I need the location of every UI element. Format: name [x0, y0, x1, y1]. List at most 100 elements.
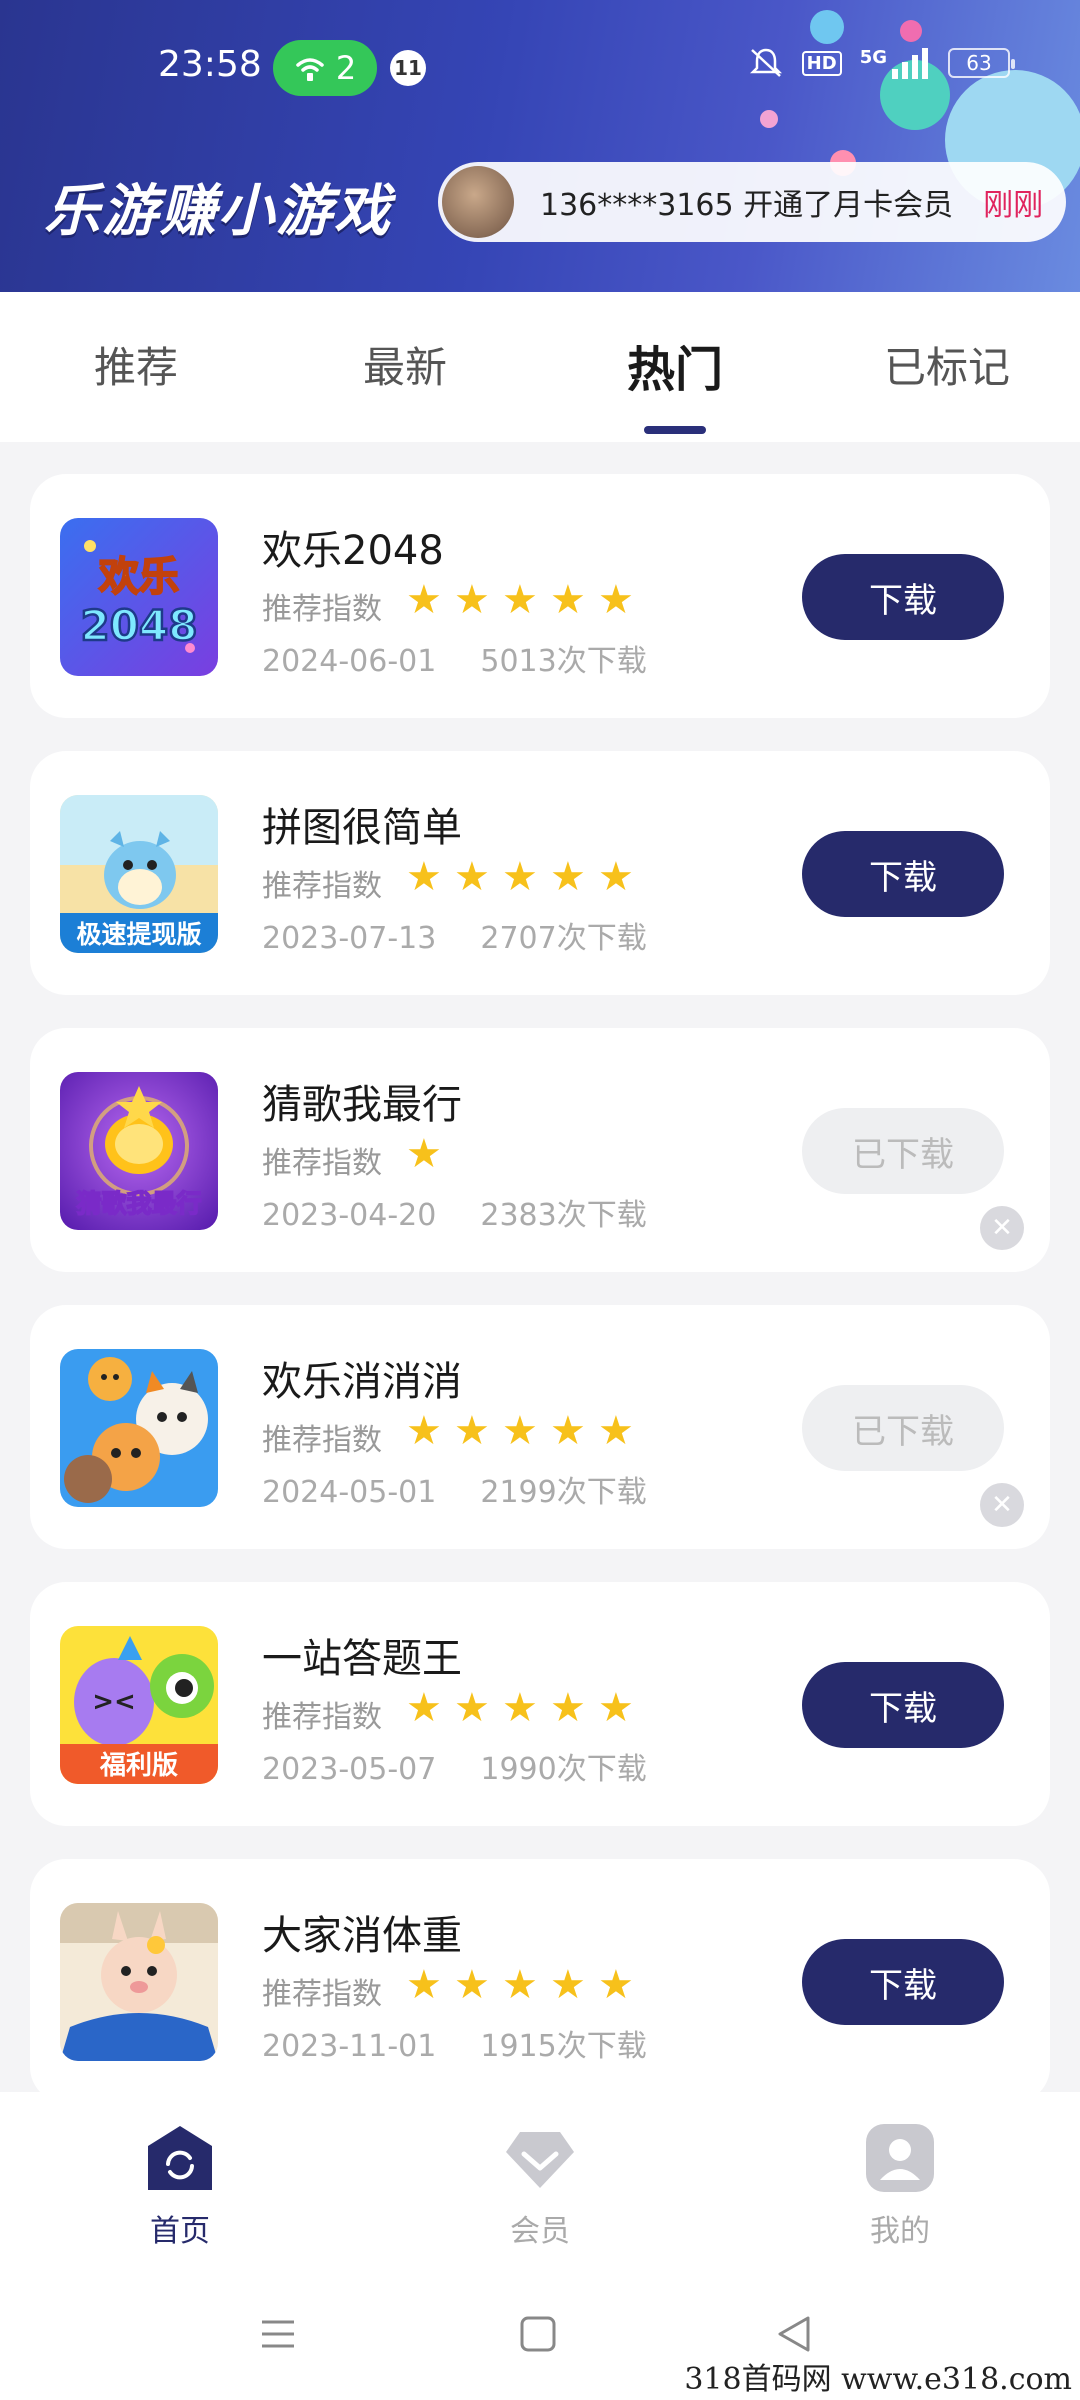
download-count: 1915次下载 — [480, 2029, 647, 2064]
wifi-count: 2 — [335, 49, 357, 87]
downloaded-button[interactable]: 已下载 — [802, 1385, 1004, 1471]
star-icon: ★ — [598, 854, 634, 900]
status-bar: 23:58 2 11 HD 5G 63 — [0, 0, 1080, 140]
game-title: 欢乐消消消 — [262, 1359, 462, 1405]
rating-stars: ★ ★ ★ ★ ★ — [406, 1965, 638, 2005]
star-icon: ★ — [598, 1685, 634, 1731]
nav-home[interactable]: 首页 — [110, 2120, 250, 2250]
download-button[interactable]: 下载 — [802, 831, 1004, 917]
wifi-icon — [296, 58, 324, 81]
close-icon[interactable]: ✕ — [980, 1206, 1024, 1250]
mute-bell-icon — [749, 48, 782, 77]
release-date: 2023-11-01 — [262, 2029, 437, 2064]
release-date: 2023-07-13 — [262, 921, 437, 956]
game-meta: 2023-11-01 1915次下载 — [262, 2021, 647, 2065]
system-navigation-bar: 318首码网 www.e318.com — [0, 2272, 1080, 2400]
star-icon: ★ — [406, 1408, 442, 1454]
release-date: 2023-04-20 — [262, 1198, 437, 1233]
nav-profile-label: 我的 — [870, 2214, 930, 2249]
back-triangle-icon[interactable] — [772, 2312, 816, 2356]
game-meta: 2023-07-13 2707次下载 — [262, 913, 647, 957]
game-icon-2048[interactable]: 欢乐 2048 — [60, 518, 218, 676]
wifi-hotspot-pill[interactable]: 2 — [273, 40, 377, 96]
bottom-navigation: 首页 会员 我的 — [0, 2092, 1080, 2272]
ticker-timestamp: 刚刚 — [983, 188, 1044, 223]
svg-text:猜歌我最行: 猜歌我最行 — [75, 1189, 201, 1218]
rating-label: 推荐指数 — [262, 869, 382, 904]
home-icon — [142, 2120, 218, 2196]
game-list: 欢乐 2048 欢乐2048 推荐指数 ★ ★ ★ ★ ★ 2024-06-01 5013… — [0, 442, 1080, 2092]
game-card[interactable]: 欢乐消消消 推荐指数 ★ ★ ★ ★ ★ 2024-05-01 2199次下载 已下载 ✕ — [30, 1305, 1050, 1549]
svg-text:福利版: 福利版 — [99, 1751, 178, 1781]
game-meta: 2024-06-01 5013次下载 — [262, 636, 647, 680]
notification-count-badge: 11 — [390, 50, 426, 86]
game-icon-weight[interactable] — [60, 1903, 218, 2061]
nav-member[interactable]: 会员 — [470, 2120, 610, 2250]
star-icon: ★ — [406, 1685, 442, 1731]
status-time: 23:58 — [158, 44, 262, 85]
game-card[interactable]: 欢乐 2048 欢乐2048 推荐指数 ★ ★ ★ ★ ★ 2024-06-01 5013… — [30, 474, 1050, 718]
svg-text:2048: 2048 — [81, 601, 198, 650]
star-icon: ★ — [502, 577, 538, 623]
star-icon: ★ — [598, 577, 634, 623]
svg-text:极速提现版: 极速提现版 — [76, 920, 201, 949]
star-icon: ★ — [502, 1962, 538, 2008]
release-date: 2024-06-01 — [262, 644, 437, 679]
game-icon-match[interactable] — [60, 1349, 218, 1507]
nav-profile[interactable]: 我的 — [830, 2120, 970, 2250]
active-tab-indicator — [644, 426, 706, 434]
close-icon[interactable]: ✕ — [980, 1483, 1024, 1527]
game-icon-guess-song[interactable]: 猜歌我最行 — [60, 1072, 218, 1230]
release-date: 2024-05-01 — [262, 1475, 437, 1510]
tab-recommend[interactable]: 推荐 — [94, 334, 178, 395]
status-icons: HD 5G 63 — [748, 46, 1015, 80]
star-icon: ★ — [550, 1408, 586, 1454]
rating-label: 推荐指数 — [262, 1700, 382, 1735]
nav-home-label: 首页 — [150, 2214, 210, 2249]
star-icon: ★ — [502, 1408, 538, 1454]
ticker-message: 136****3165 开通了月卡会员 — [540, 188, 954, 223]
tab-latest[interactable]: 最新 — [363, 334, 447, 395]
star-icon: ★ — [406, 1131, 442, 1177]
svg-text:欢乐: 欢乐 — [98, 554, 179, 600]
download-count: 2707次下载 — [480, 921, 647, 956]
game-meta: 2023-05-07 1990次下载 — [262, 1744, 647, 1788]
star-icon: ★ — [406, 1962, 442, 2008]
rating-stars: ★ — [406, 1134, 446, 1174]
menu-icon[interactable] — [256, 2312, 300, 2356]
game-icon-puzzle[interactable]: 极速提现版 — [60, 795, 218, 953]
game-title: 拼图很简单 — [262, 805, 462, 851]
game-meta: 2024-05-01 2199次下载 — [262, 1467, 647, 1511]
star-icon: ★ — [598, 1962, 634, 2008]
game-icon-quiz[interactable]: >< 福利版 — [60, 1626, 218, 1784]
star-icon: ★ — [406, 577, 442, 623]
downloaded-button[interactable]: 已下载 — [802, 1108, 1004, 1194]
star-icon: ★ — [550, 1685, 586, 1731]
game-title: 大家消体重 — [262, 1913, 462, 1959]
download-button[interactable]: 下载 — [802, 1662, 1004, 1748]
star-icon: ★ — [406, 854, 442, 900]
tab-marked[interactable]: 已标记 — [884, 334, 1010, 395]
home-square-icon[interactable] — [516, 2312, 560, 2356]
download-button[interactable]: 下载 — [802, 554, 1004, 640]
member-ticker: 136****3165 开通了月卡会员 刚刚 — [438, 162, 1066, 242]
game-card[interactable]: 极速提现版 拼图很简单 推荐指数 ★ ★ ★ ★ ★ 2023-07-13 2707次下载… — [30, 751, 1050, 995]
download-count: 2199次下载 — [480, 1475, 647, 1510]
battery-indicator: 63 — [948, 48, 1015, 78]
game-title: 一站答题王 — [262, 1636, 462, 1682]
rating-stars: ★ ★ ★ ★ ★ — [406, 1688, 638, 1728]
star-icon: ★ — [550, 1962, 586, 2008]
rating-stars: ★ ★ ★ ★ ★ — [406, 857, 638, 897]
star-icon: ★ — [598, 1408, 634, 1454]
download-count: 2383次下载 — [480, 1198, 647, 1233]
download-button[interactable]: 下载 — [802, 1939, 1004, 2025]
game-card[interactable]: 猜歌我最行 猜歌我最行 推荐指数 ★ 2023-04-20 2383次下载 已下载… — [30, 1028, 1050, 1272]
star-icon: ★ — [454, 1685, 490, 1731]
game-card[interactable]: 大家消体重 推荐指数 ★ ★ ★ ★ ★ 2023-11-01 1915次下载 下载 — [30, 1859, 1050, 2092]
tab-hot[interactable]: 热门 — [627, 330, 723, 400]
game-card[interactable]: >< 福利版 一站答题王 推荐指数 ★ ★ ★ ★ ★ 2023-05-07 1990次下… — [30, 1582, 1050, 1826]
hd-badge: HD — [801, 50, 842, 76]
category-tabs: 推荐 最新 热门 已标记 — [0, 292, 1080, 442]
avatar — [442, 166, 514, 238]
star-icon: ★ — [454, 577, 490, 623]
